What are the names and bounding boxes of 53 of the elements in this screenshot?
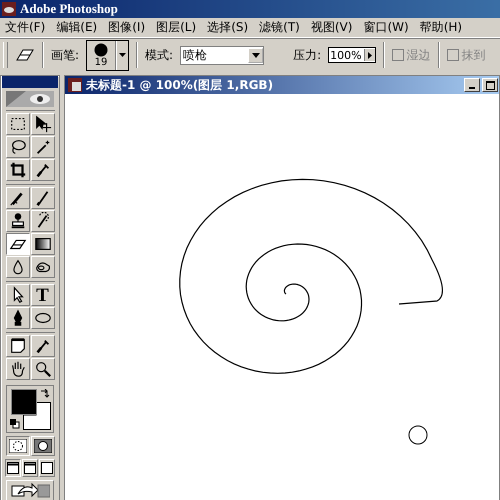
tool-button[interactable]: T xyxy=(30,284,54,306)
tool-button[interactable] xyxy=(6,233,30,255)
right-arrow-icon xyxy=(368,52,372,58)
eraser-icon xyxy=(15,48,35,62)
menu-item[interactable]: 滤镜(T) xyxy=(259,19,300,36)
caret-icon xyxy=(119,53,126,57)
menu-item[interactable]: 视图(V) xyxy=(310,19,352,36)
standard-mode-button[interactable] xyxy=(6,436,30,456)
mode-dropdown[interactable]: 喷枪 xyxy=(180,46,264,64)
brush-label: 画笔: xyxy=(51,46,80,64)
menu-item[interactable]: 图层(L) xyxy=(156,19,196,36)
jump-to-button[interactable] xyxy=(6,480,54,500)
window-icon xyxy=(24,462,36,474)
crop-icon xyxy=(8,161,26,179)
move-icon xyxy=(34,115,52,133)
menu-item[interactable]: 帮助(H) xyxy=(420,19,462,36)
eye-banner-icon xyxy=(6,91,54,107)
caret-icon xyxy=(252,52,260,58)
zoom-icon xyxy=(34,360,52,378)
maximize-button[interactable] xyxy=(482,78,498,92)
gradient-icon xyxy=(34,235,52,253)
quick-mask-button[interactable] xyxy=(30,436,54,456)
menu-item[interactable]: 图像(I) xyxy=(108,19,146,36)
brush-dot-icon xyxy=(94,42,108,56)
brush-picker[interactable]: 19 xyxy=(86,40,130,70)
window-icon xyxy=(41,462,53,474)
window-title: Adobe Photoshop xyxy=(20,1,118,17)
default-colors-icon[interactable] xyxy=(10,419,20,429)
document-icon xyxy=(68,78,82,92)
note-icon xyxy=(8,337,26,355)
app-icon xyxy=(2,2,16,16)
menu-item[interactable]: 窗口(W) xyxy=(363,19,409,36)
screen-mode-button[interactable] xyxy=(5,459,21,477)
menu-item[interactable]: 编辑(E) xyxy=(56,19,98,36)
background-color-swatch[interactable] xyxy=(23,402,51,430)
type-tool-glyph: T xyxy=(36,286,49,304)
menu-item[interactable]: 文件(F) xyxy=(5,19,46,36)
document-title: 未标题-1 @ 100%(图层 1,RGB) xyxy=(86,76,274,94)
brush-size: 19 xyxy=(94,56,108,68)
maximize-icon xyxy=(486,80,494,90)
brush-cursor xyxy=(408,426,428,444)
menu-item[interactable]: 选择(S) xyxy=(207,19,248,36)
swap-arrows-icon[interactable] xyxy=(40,389,50,399)
pressure-label: 压力: xyxy=(293,46,322,64)
stamp-icon xyxy=(8,212,26,230)
pressure-field[interactable]: 100% xyxy=(328,47,376,63)
mode-label: 模式: xyxy=(145,46,174,64)
foreground-color-swatch[interactable] xyxy=(11,389,37,415)
window-icon xyxy=(7,462,19,474)
toolbox-title-bar xyxy=(2,76,58,88)
marquee-icon xyxy=(8,115,26,133)
jump-arrow-icon xyxy=(10,482,50,500)
minimize-button[interactable] xyxy=(464,78,480,92)
